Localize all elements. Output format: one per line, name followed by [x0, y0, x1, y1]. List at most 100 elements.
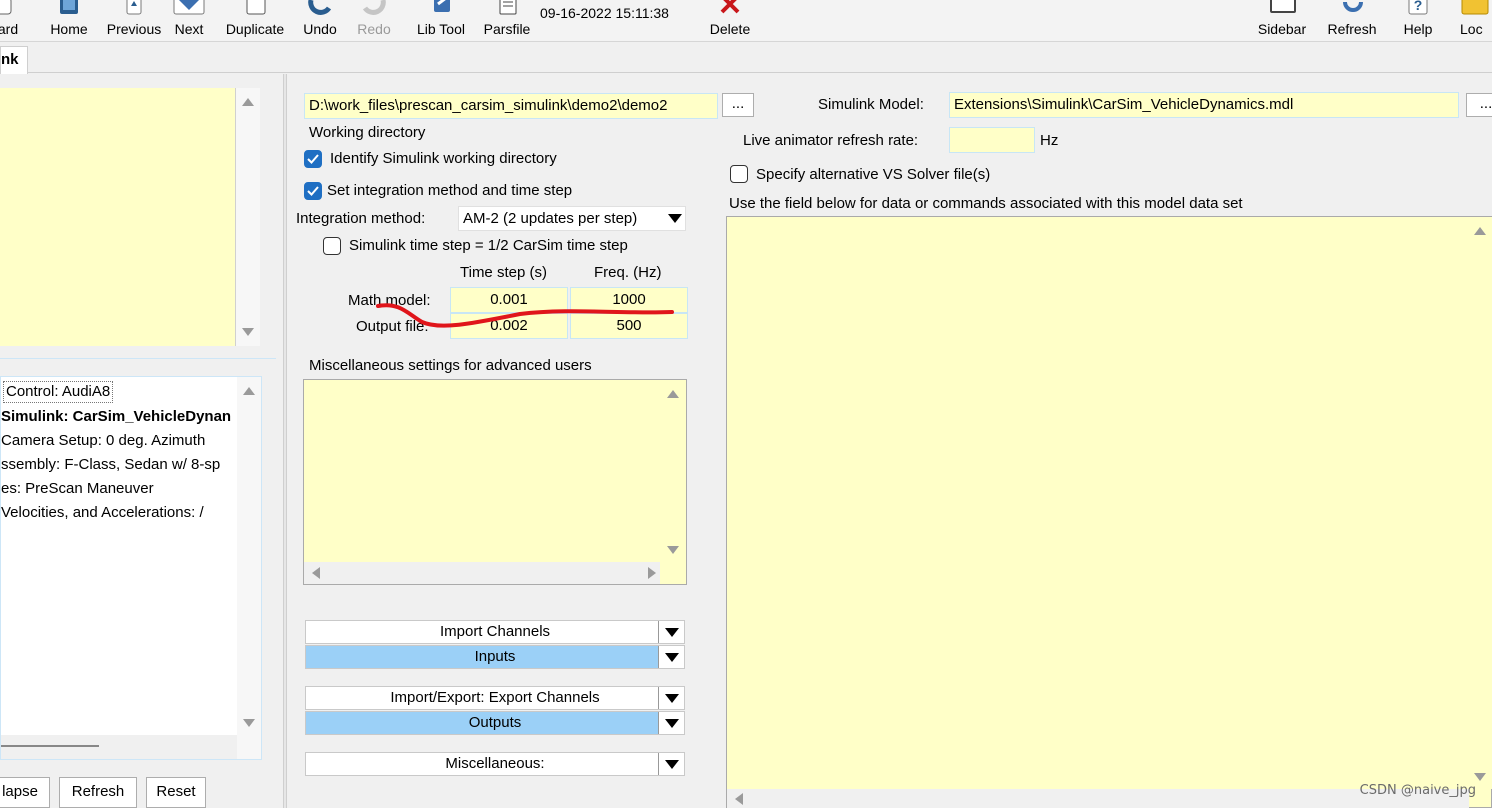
- tree-refresh-button[interactable]: Refresh: [59, 777, 137, 808]
- tree-item[interactable]: es: PreScan Maneuver: [1, 477, 237, 501]
- time-step-column-header: Time step (s): [460, 264, 547, 281]
- chevron-down-icon[interactable]: [658, 712, 684, 734]
- collapse-button[interactable]: lapse: [0, 777, 50, 808]
- chevron-down-icon[interactable]: [658, 621, 684, 643]
- toolbar-sidebar-button[interactable]: Sidebar: [1254, 0, 1310, 42]
- checkmark-icon: [307, 154, 319, 164]
- previous-arrow-icon: [117, 0, 151, 18]
- toolbar-duplicate-button[interactable]: Duplicate: [222, 0, 288, 42]
- scroll-up-arrow-icon[interactable]: [1474, 227, 1486, 235]
- tree-item[interactable]: Camera Setup: 0 deg. Azimuth: [1, 429, 237, 453]
- set-integration-checkbox[interactable]: [304, 182, 322, 200]
- toolbar-parsfile-button[interactable]: Parsfile: [482, 0, 532, 42]
- import-channels-dropdown[interactable]: Import Channels: [305, 620, 685, 644]
- toolbar-help-button[interactable]: ? Help: [1396, 0, 1440, 42]
- toolbar: ard Home Previous Next Duplicate Undo Re…: [0, 0, 1492, 42]
- redo-icon: [357, 0, 391, 18]
- tree-item[interactable]: Velocities, and Accelerations: /: [1, 501, 237, 525]
- tab-simulink[interactable]: nk: [0, 46, 28, 74]
- delete-x-icon: [713, 0, 747, 18]
- data-hscrollbar[interactable]: [727, 789, 1469, 808]
- scroll-right-arrow-icon[interactable]: [648, 567, 656, 579]
- inputs-label: Inputs: [474, 648, 516, 665]
- toolbar-next-label: Next: [174, 21, 204, 37]
- scroll-left-arrow-icon[interactable]: [312, 567, 320, 579]
- scroll-down-arrow-icon[interactable]: [243, 719, 255, 727]
- toolbar-help-label: Help: [1403, 21, 1433, 37]
- scroll-down-arrow-icon[interactable]: [242, 328, 254, 336]
- reset-button[interactable]: Reset: [146, 777, 206, 808]
- outputs-dropdown[interactable]: Outputs: [305, 711, 685, 735]
- chevron-down-icon[interactable]: [658, 753, 684, 775]
- toolbar-delete-button[interactable]: Delete: [706, 0, 754, 42]
- chevron-down-icon[interactable]: [658, 687, 684, 709]
- alt-solver-checkbox[interactable]: [730, 165, 748, 183]
- forward-icon: [0, 0, 25, 18]
- toolbar-home-label: Home: [50, 21, 88, 37]
- last-modified-timestamp: 09-16-2022 15:11:38: [540, 5, 669, 21]
- toolbar-lock-label: Loc: [1460, 21, 1483, 37]
- tree-item[interactable]: ssembly: F-Class, Sedan w/ 8-sp: [1, 453, 237, 477]
- scroll-down-arrow-icon[interactable]: [667, 546, 679, 554]
- help-question-icon: ?: [1401, 0, 1435, 18]
- toolbar-delete-label: Delete: [709, 21, 751, 37]
- tree-hscrollbar[interactable]: [1, 735, 237, 759]
- misc-vscrollbar[interactable]: [660, 380, 686, 562]
- misc-settings-textarea[interactable]: [303, 379, 687, 585]
- working-directory-path-field[interactable]: D:\work_files\prescan_carsim_simulink\de…: [304, 93, 718, 119]
- scroll-left-arrow-icon[interactable]: [735, 793, 743, 805]
- scroll-up-arrow-icon[interactable]: [242, 98, 254, 106]
- inputs-dropdown[interactable]: Inputs: [305, 645, 685, 669]
- export-channels-dropdown[interactable]: Import/Export: Export Channels: [305, 686, 685, 710]
- simulink-model-browse-button[interactable]: ...: [1466, 93, 1492, 117]
- miscellaneous-dropdown[interactable]: Miscellaneous:: [305, 752, 685, 776]
- scroll-down-arrow-icon[interactable]: [1474, 773, 1486, 781]
- identify-working-dir-label: Identify Simulink working directory: [330, 150, 557, 167]
- tree-item[interactable]: Simulink: CarSim_VehicleDynan: [1, 405, 237, 429]
- toolbar-undo-button[interactable]: Undo: [299, 0, 341, 42]
- integration-method-select[interactable]: AM-2 (2 updates per step): [458, 206, 686, 231]
- identify-working-dir-checkbox[interactable]: [304, 150, 322, 168]
- tree-item[interactable]: Control: AudiA8: [3, 381, 114, 403]
- left-panel: Control: AudiA8 Simulink: CarSim_Vehicle…: [0, 74, 276, 808]
- notes-textarea[interactable]: [0, 88, 236, 346]
- svg-text:?: ?: [1414, 0, 1423, 13]
- misc-hscrollbar[interactable]: [304, 562, 660, 584]
- toolbar-refresh-button[interactable]: Refresh: [1324, 0, 1380, 42]
- misc-settings-label: Miscellaneous settings for advanced user…: [309, 357, 592, 374]
- toolbar-sidebar-label: Sidebar: [1257, 21, 1307, 37]
- undo-icon: [303, 0, 337, 18]
- set-integration-label: Set integration method and time step: [327, 182, 573, 199]
- dataset-tree: Control: AudiA8 Simulink: CarSim_Vehicle…: [0, 376, 262, 760]
- tree-scrollbar[interactable]: [237, 377, 261, 759]
- import-channels-label: Import Channels: [439, 623, 551, 640]
- toolbar-refresh-label: Refresh: [1327, 21, 1377, 37]
- working-directory-browse-button[interactable]: ...: [722, 93, 754, 117]
- panel-splitter[interactable]: [283, 74, 287, 808]
- toolbar-next-button[interactable]: Next: [168, 0, 210, 42]
- toolbar-parsfile-label: Parsfile: [483, 21, 531, 37]
- notes-scrollbar[interactable]: [236, 88, 260, 346]
- toolbar-libtool-label: Lib Tool: [416, 21, 465, 37]
- simulink-model-field[interactable]: Extensions\Simulink\CarSim_VehicleDynami…: [949, 92, 1459, 118]
- data-vscrollbar[interactable]: [1469, 217, 1492, 789]
- integration-method-value: AM-2 (2 updates per step): [463, 210, 638, 227]
- tab-strip: nk: [0, 43, 1492, 74]
- simulink-time-step-checkbox[interactable]: [323, 237, 341, 255]
- toolbar-lock-button[interactable]: Loc: [1460, 0, 1492, 42]
- toolbar-redo-button[interactable]: Redo: [352, 0, 396, 42]
- red-annotation-stroke: [376, 303, 674, 328]
- divider: [0, 358, 276, 359]
- toolbar-libtool-button[interactable]: Lib Tool: [410, 0, 472, 42]
- model-data-textarea[interactable]: [726, 216, 1492, 808]
- scroll-up-arrow-icon[interactable]: [667, 390, 679, 398]
- refresh-rate-label: Live animator refresh rate:: [743, 132, 919, 149]
- toolbar-previous-button[interactable]: Previous: [104, 0, 164, 42]
- scroll-up-arrow-icon[interactable]: [243, 387, 255, 395]
- integration-method-label: Integration method:: [296, 210, 426, 227]
- chevron-down-icon[interactable]: [658, 646, 684, 668]
- toolbar-forward-button[interactable]: ard: [0, 0, 22, 42]
- toolbar-home-button[interactable]: Home: [46, 0, 92, 42]
- hscroll-thumb[interactable]: [1, 745, 99, 747]
- refresh-rate-field[interactable]: [949, 127, 1035, 153]
